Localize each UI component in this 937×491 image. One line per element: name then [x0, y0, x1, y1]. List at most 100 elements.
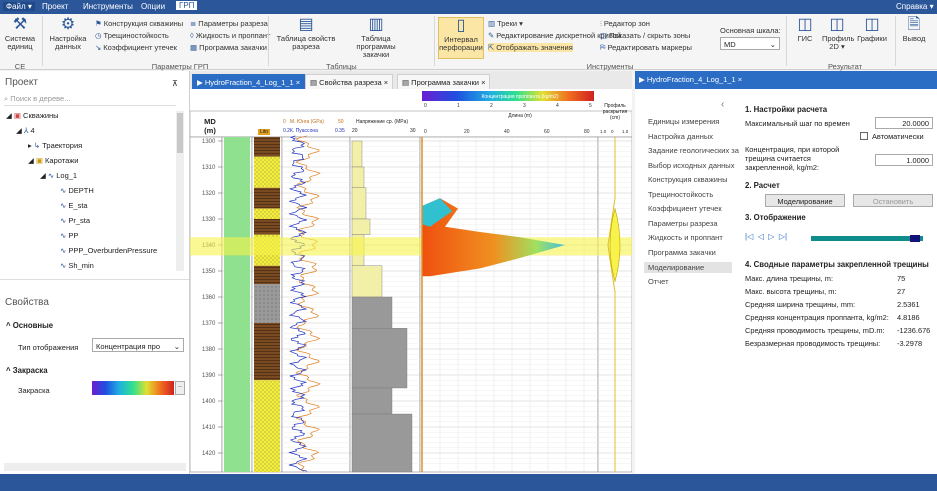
edit-markers-button[interactable]: ⛿ Редактировать маркеры: [600, 43, 692, 53]
values-icon: ⇱: [488, 43, 495, 52]
menu-project[interactable]: Проект: [42, 2, 68, 11]
close-icon[interactable]: ×: [738, 75, 742, 84]
nav-item[interactable]: Программа закачки: [648, 248, 716, 257]
nav-item[interactable]: Коэффициент утечек: [648, 204, 722, 213]
display-type-select[interactable]: Концентрация про ⌄: [92, 338, 184, 352]
progress-track[interactable]: [811, 236, 923, 241]
show-hide-zones-label: Показать / скрыть зоны: [609, 31, 691, 40]
tree-item-curve[interactable]: ∿ DEPTH: [60, 186, 94, 195]
next-frame-icon[interactable]: ▷: [768, 232, 774, 241]
last-frame-icon[interactable]: ▷|: [779, 232, 787, 241]
player-controls: |◁ ◁ ▷ ▷|: [745, 232, 787, 241]
stress-bar: [351, 218, 371, 235]
tab-hydrofraction-right[interactable]: ▶ HydroFraction_4_Log_1_1 ×: [639, 75, 742, 84]
max-step-input[interactable]: 20.0000: [875, 117, 933, 129]
tree-label: Sh_min: [68, 261, 94, 270]
tree-item-wells[interactable]: ◢ ▣ Скважины: [6, 111, 59, 120]
well-log-chart[interactable]: 0 1 2 3 4 5 0 20 40 60 80 1.0 0 1.0 1300 1310 1320 1330 1…: [190, 89, 632, 474]
stop-button[interactable]: Остановить: [853, 194, 933, 207]
tree-item-curve[interactable]: ∿ Sh_min: [60, 261, 94, 270]
section-params-label: Параметры разреза: [198, 19, 268, 28]
tree-item-logs[interactable]: ◢ ▣ Каротажи: [28, 156, 79, 165]
fluid-proppant-button[interactable]: ◊ Жидкость и проппант: [190, 31, 270, 40]
divider: [0, 279, 189, 280]
well-design-button[interactable]: ⚑ Конструкция скважины: [95, 19, 183, 28]
tab-section-props[interactable]: ▤ Свойства разреза ×: [305, 74, 394, 89]
leakoff-button[interactable]: ↘ Коэффициент утечек: [95, 43, 177, 52]
table-section-button[interactable]: ▤ Таблица свойств разреза: [276, 17, 336, 51]
tree-item-well-4[interactable]: ◢ ⅄ 4: [16, 126, 35, 135]
close-icon[interactable]: ×: [296, 78, 300, 87]
profile2d-button[interactable]: ◫ Профиль 2D ▾: [822, 17, 854, 51]
table-icon: ▤: [310, 78, 320, 87]
color-gradient-picker[interactable]: [92, 381, 174, 395]
nav-item[interactable]: Жидкость и проппант: [648, 233, 723, 242]
system-units-button[interactable]: ⚒ Система единиц: [3, 17, 37, 51]
collapse-icon: ^: [6, 321, 13, 330]
table-pump-button[interactable]: ▥ Таблица программы закачки: [346, 17, 406, 59]
auto-checkbox[interactable]: [860, 132, 868, 140]
nav-back-icon[interactable]: ‹: [721, 99, 724, 110]
show-hide-zones-button[interactable]: ◫ Показать / скрыть зоны: [600, 31, 690, 40]
length-tick: 40: [504, 129, 510, 135]
menu-grp[interactable]: ГРП: [176, 1, 198, 10]
nav-item[interactable]: Единицы измерения: [648, 117, 719, 126]
gradient-more-button[interactable]: ..: [175, 381, 185, 395]
menu-tools[interactable]: Инструменты: [83, 2, 133, 11]
zone-editor-button[interactable]: ⫶ Редактор зон: [600, 19, 650, 29]
nav-item[interactable]: Трещиностойкость: [648, 190, 713, 199]
group-tables-label: Таблицы: [326, 62, 357, 71]
show-values-toggle[interactable]: ⇱ Отображать значения: [488, 43, 573, 52]
result-value: -3.2978: [897, 339, 923, 348]
tab-hydrofraction[interactable]: ▶ HydroFraction_4_Log_1_1 ×: [192, 74, 306, 89]
close-icon[interactable]: ×: [481, 78, 485, 87]
menu-file[interactable]: Файл ▾: [3, 2, 35, 11]
pin-icon[interactable]: ⊼: [172, 79, 178, 88]
settings-data-button[interactable]: ⚙ Настройка данных: [48, 17, 88, 51]
tree-item-curve[interactable]: ∿ E_sta: [60, 201, 88, 210]
perf-interval-button[interactable]: ▯ Интервал перфорации: [438, 17, 484, 59]
nav-item[interactable]: Конструкция скважины: [648, 175, 727, 184]
nav-item[interactable]: Параметры разреза: [648, 219, 718, 228]
tracks-button[interactable]: ▥ Треки ▾: [488, 19, 523, 28]
fill-section[interactable]: ^ Закраска: [6, 366, 48, 375]
output-button[interactable]: 🗎 Вывод: [899, 17, 929, 43]
tree-scrollbar[interactable]: [176, 111, 184, 271]
prev-frame-icon[interactable]: ◁: [758, 232, 764, 241]
simulate-button[interactable]: Моделирование: [765, 194, 845, 207]
stress-bar: [351, 187, 367, 220]
tab-label: HydroFraction_4_Log_1_1: [646, 75, 736, 84]
curve-icon: ∿: [60, 261, 67, 270]
tree-item-trajectory[interactable]: ▸ ↳ Траектория: [28, 141, 82, 150]
tree-item-curve[interactable]: ∿ PP: [60, 231, 78, 240]
gis-label: ГИС: [797, 34, 813, 43]
nav-item[interactable]: Настройка данных: [648, 132, 713, 141]
tab-pump-program[interactable]: ▤ Программа закачки ×: [397, 74, 491, 89]
basic-section[interactable]: ^ Основные: [6, 321, 53, 330]
fracturing-button[interactable]: ◷ Трещиностойкость: [95, 31, 169, 40]
close-icon[interactable]: ×: [384, 78, 388, 87]
nav-item[interactable]: Отчет: [648, 277, 669, 286]
graphs-button[interactable]: ◫ Графики: [856, 17, 888, 43]
scrollbar-thumb[interactable]: [177, 113, 183, 153]
tree-item-curve[interactable]: ∿ Pr_sta: [60, 216, 90, 225]
nav-item[interactable]: Моделирование: [644, 262, 732, 273]
conc-input[interactable]: 1.0000: [875, 154, 933, 166]
section-params-button[interactable]: ≣ Параметры разреза: [190, 19, 268, 28]
tree-item-log1[interactable]: ◢ ∿ Log_1: [40, 171, 77, 180]
profile-header: Профиль раскрытия (cm): [602, 103, 628, 121]
progress-handle[interactable]: [910, 235, 920, 242]
menu-help[interactable]: Справка ▾: [896, 2, 934, 11]
nav-item[interactable]: Выбор исходных данных: [648, 161, 734, 170]
trajectory-icon: ↳: [33, 141, 41, 150]
menu-options[interactable]: Опции: [141, 2, 165, 11]
horizontal-scrollbar[interactable]: [4, 463, 186, 471]
status-bar: [0, 474, 937, 491]
gis-button[interactable]: ◫ ГИС: [792, 17, 818, 43]
pump-program-button[interactable]: ▦ Программа закачки: [190, 43, 267, 52]
tree-item-curve[interactable]: ∿ PPP_OverburdenPressure: [60, 246, 157, 255]
nav-item[interactable]: Задание геологических за: [648, 146, 739, 155]
tree-search-input[interactable]: ⌕ Поиск в дереве...: [4, 94, 176, 106]
first-frame-icon[interactable]: |◁: [745, 232, 753, 241]
main-scale-select[interactable]: MD ⌄: [720, 37, 780, 50]
